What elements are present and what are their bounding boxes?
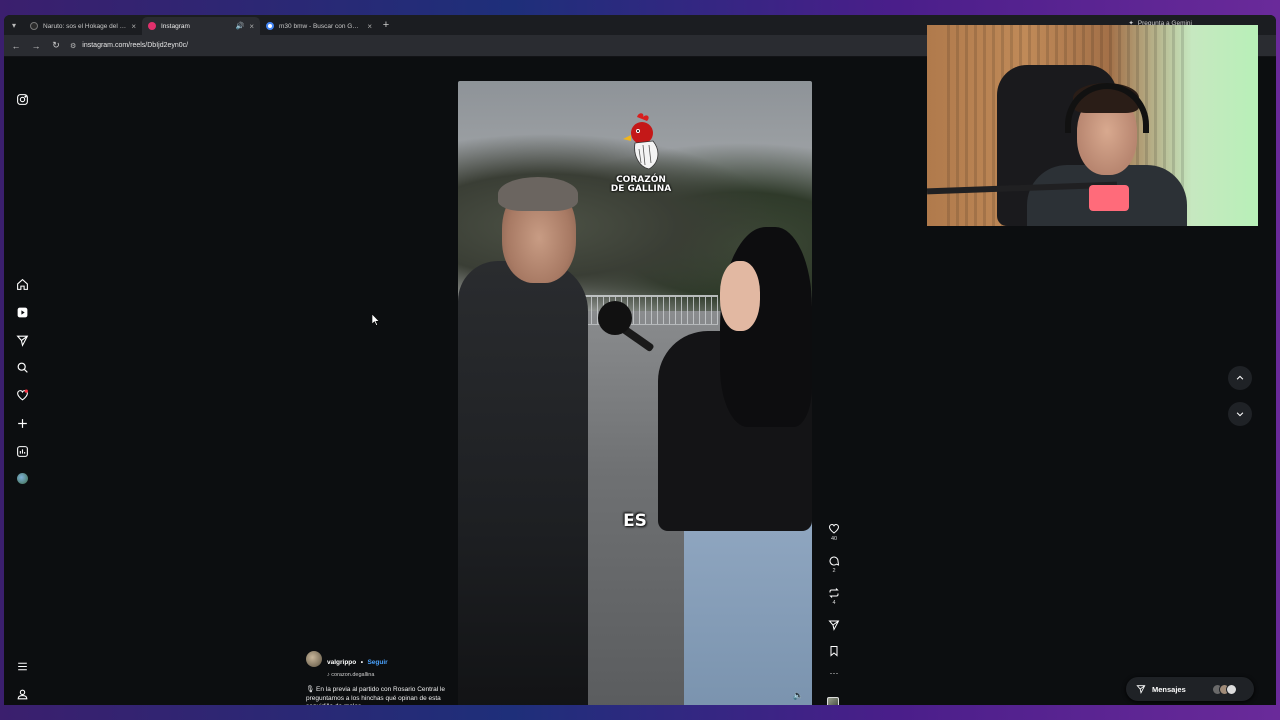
instagram-favicon-icon [148, 22, 156, 30]
menu-icon[interactable] [14, 658, 30, 674]
site-info-icon[interactable]: ⚙ [70, 42, 76, 50]
repost-count: 4 [832, 600, 836, 606]
message-avatars [1211, 683, 1237, 695]
audio-thumbnail[interactable] [827, 697, 839, 705]
video-woman-jeans [684, 521, 812, 705]
reel-author-info: valgrippo • Seguir ♪ corazon.degallina 🎙… [306, 651, 456, 705]
audio-name: corazon.degallina [331, 672, 375, 678]
share-button[interactable] [824, 619, 844, 631]
chevron-up-icon [1236, 375, 1244, 380]
tab-google[interactable]: m30 bmw - Buscar con Google × [260, 17, 378, 35]
sidebar [4, 57, 40, 705]
author-username[interactable]: valgrippo [327, 659, 356, 666]
new-tab-button[interactable]: + [378, 17, 394, 33]
mouse-cursor-icon [372, 314, 380, 326]
microphone-light [1089, 185, 1129, 211]
webcam-overlay [927, 25, 1258, 226]
close-tab-icon[interactable]: × [131, 22, 136, 31]
follow-button[interactable]: Seguir [367, 659, 387, 666]
heart-icon [828, 523, 840, 534]
tab-label: Instagram [161, 22, 190, 30]
messages-label: Mensajes [1152, 684, 1186, 694]
video-man-hair [498, 177, 578, 211]
plus-icon[interactable] [14, 415, 30, 431]
separator-dot: • [360, 659, 363, 666]
comment-icon [829, 556, 840, 566]
send-icon[interactable] [14, 332, 30, 348]
close-tab-icon[interactable]: × [249, 22, 254, 31]
avatar[interactable] [14, 470, 30, 486]
reel-caption[interactable]: 🎙 En la previa al partido con Rosario Ce… [306, 686, 446, 705]
video-subtitle: ES [623, 511, 647, 531]
video-microphone [598, 301, 632, 335]
threads-icon[interactable] [14, 686, 30, 702]
repost-button[interactable]: 4 [824, 587, 844, 606]
like-button[interactable]: 40 [824, 523, 844, 542]
messages-button[interactable]: Mensajes [1126, 677, 1254, 701]
logo-text-line2: DE GALLINA [610, 184, 672, 194]
author-row: valgrippo • Seguir ♪ corazon.degallina [306, 651, 456, 678]
speaker-icon[interactable]: 🔊 [236, 22, 245, 30]
google-favicon-icon [266, 22, 274, 30]
home-icon[interactable] [14, 276, 30, 292]
tab-instagram[interactable]: Instagram 🔊 × [142, 17, 260, 35]
forward-arrow-icon[interactable]: → [30, 41, 42, 51]
video-man [458, 261, 588, 705]
bookmark-icon [830, 646, 838, 657]
reels-icon[interactable] [14, 304, 30, 320]
audio-label[interactable]: ♪ corazon.degallina [327, 672, 388, 678]
chevron-down-icon [1236, 412, 1244, 417]
send-icon [828, 620, 840, 631]
instagram-icon[interactable] [14, 91, 30, 107]
previous-reel-button[interactable] [1228, 366, 1252, 390]
next-reel-button[interactable] [1228, 402, 1252, 426]
reel-video[interactable]: CORAZÓN DE GALLINA ES 🔈 [458, 81, 812, 705]
search-icon[interactable] [14, 359, 30, 375]
close-tab-icon[interactable]: × [367, 22, 372, 31]
dashboard-icon[interactable] [14, 443, 30, 459]
comment-button[interactable]: 2 [824, 555, 844, 574]
repost-icon [829, 588, 839, 598]
corazon-de-gallina-logo: CORAZÓN DE GALLINA [606, 111, 676, 207]
save-button[interactable] [824, 645, 844, 657]
send-icon [1136, 685, 1146, 694]
mute-icon[interactable]: 🔈 [793, 690, 804, 701]
url-field[interactable]: ⚙ instagram.com/reels/DbIjd2eyn0c/ [70, 42, 188, 50]
author-details: valgrippo • Seguir ♪ corazon.degallina [327, 651, 388, 678]
tiktok-favicon-icon [30, 22, 38, 30]
rooster-icon [623, 113, 659, 170]
video-woman-face [720, 261, 760, 331]
video-fence [568, 295, 718, 325]
tab-search-icon[interactable]: ▾ [4, 15, 24, 35]
author-avatar[interactable] [306, 651, 322, 667]
more-options-icon[interactable]: ··· [824, 669, 844, 678]
music-icon: ♪ [327, 672, 330, 678]
reload-icon[interactable]: ↻ [50, 40, 62, 51]
back-arrow-icon[interactable]: ← [10, 41, 22, 51]
tab-label: Naruto: sos el Hokage del streamer [43, 22, 126, 30]
like-count: 40 [830, 536, 838, 542]
tab-label: m30 bmw - Buscar con Google [279, 22, 363, 30]
comment-count: 2 [832, 568, 836, 574]
heart-icon[interactable] [14, 387, 30, 403]
tab-naruto[interactable]: Naruto: sos el Hokage del streamer × [24, 17, 142, 35]
avatar [1225, 683, 1237, 695]
url-text: instagram.com/reels/DbIjd2eyn0c/ [82, 42, 189, 49]
